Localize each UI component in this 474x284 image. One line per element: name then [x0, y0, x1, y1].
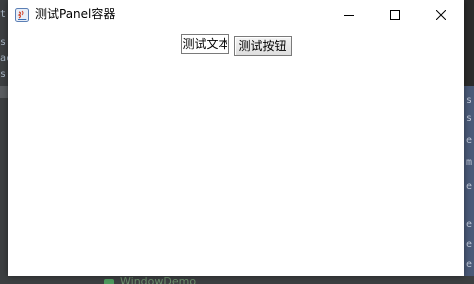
minimize-icon: [344, 14, 354, 16]
close-icon: [436, 9, 446, 20]
test-panel: 测试按钮: [8, 29, 464, 56]
ide-bottom-bar: WindowDemo: [0, 275, 474, 284]
ide-fragment: s: [0, 69, 7, 80]
screen: t s ac s s s e m e e e e WindowDemo 测试Pa…: [0, 0, 474, 284]
test-text-field[interactable]: [180, 34, 229, 54]
window-title: 测试Panel容器: [35, 7, 116, 21]
close-button[interactable]: [418, 0, 464, 29]
ide-fragment: ac: [0, 53, 8, 64]
content-pane: 测试按钮: [8, 29, 464, 276]
ide-fragment: t: [0, 9, 7, 20]
maximize-icon: [390, 9, 400, 20]
ide-fragment: e: [466, 239, 473, 250]
ide-bottom-tab[interactable]: WindowDemo: [120, 275, 196, 284]
ide-fragment: e: [466, 181, 473, 192]
java-app-icon: [15, 8, 29, 22]
ide-fragment: s: [466, 113, 473, 124]
ide-left-panel: t s ac s: [0, 0, 8, 284]
title-bar[interactable]: 测试Panel容器: [8, 0, 464, 29]
test-button[interactable]: 测试按钮: [233, 36, 292, 56]
ide-fragment: m: [466, 157, 473, 168]
ide-fragment: s: [0, 37, 7, 48]
minimize-button[interactable]: [326, 0, 372, 29]
ide-fragment: e: [466, 259, 473, 270]
ide-fragment: e: [466, 219, 473, 230]
ide-right-panel: s s e m e e e e: [464, 0, 474, 284]
ide-selected-row: [0, 86, 8, 98]
maximize-button[interactable]: [372, 0, 418, 29]
app-window: 测试Panel容器 测试按钮: [8, 0, 464, 276]
ide-fragment: s: [466, 95, 473, 106]
ide-fragment: e: [466, 135, 473, 146]
run-config-icon: [104, 279, 114, 284]
